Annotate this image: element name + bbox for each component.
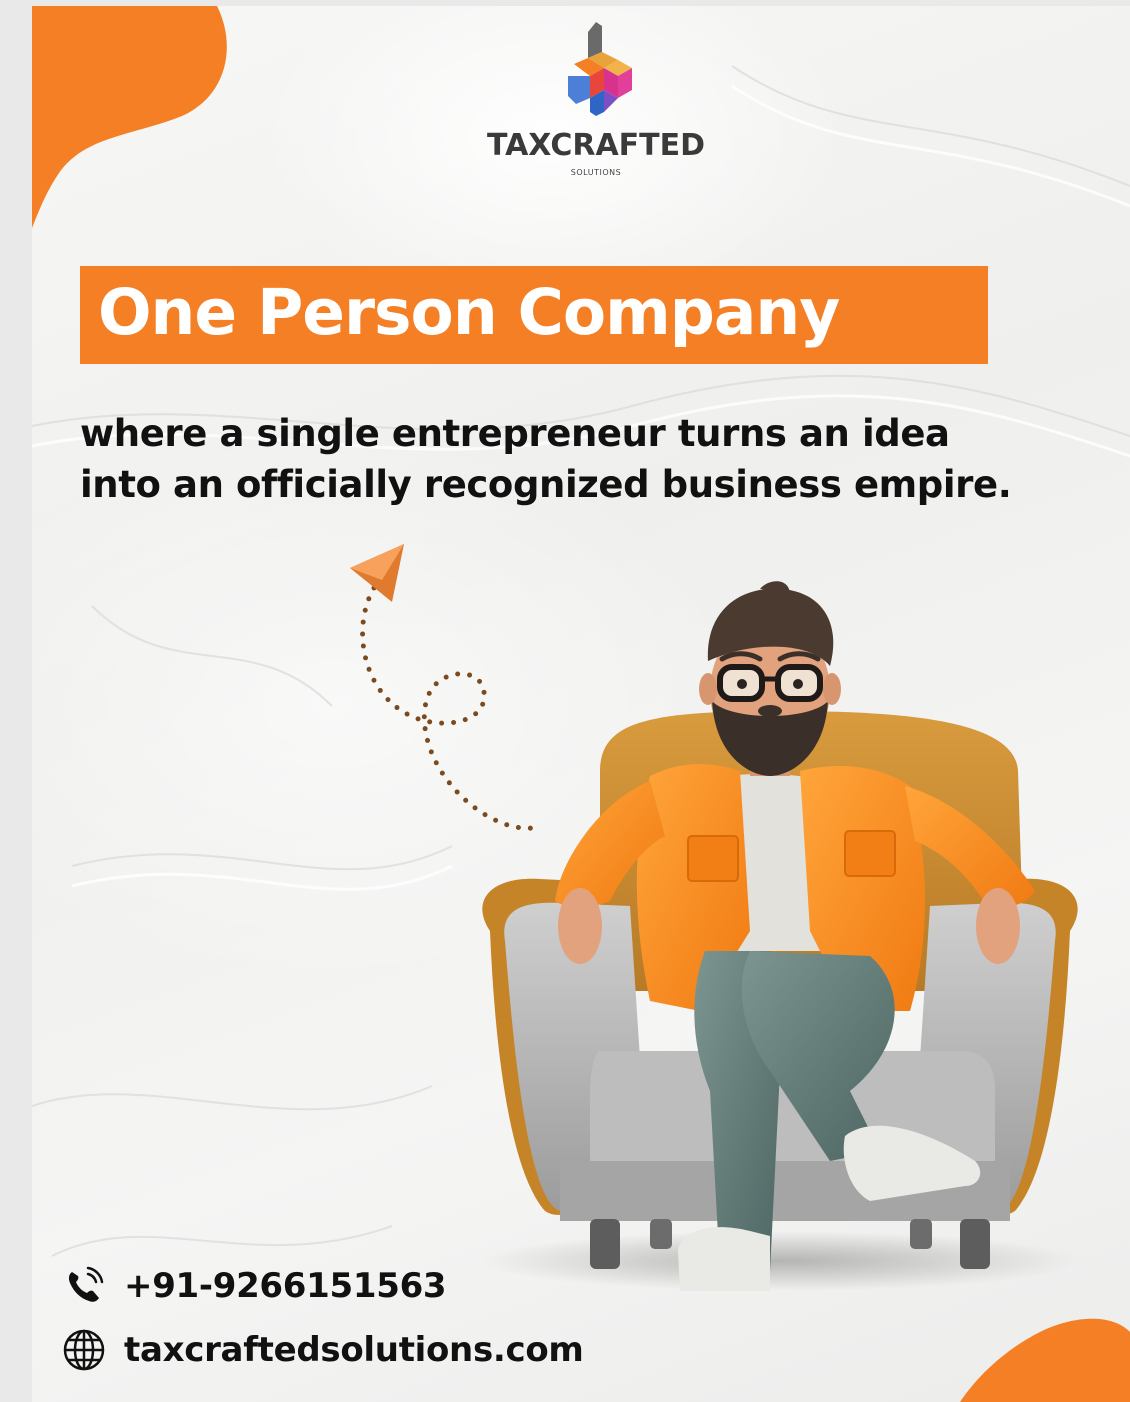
phone-number: +91-9266151563 <box>124 1266 447 1306</box>
headline: One Person Company <box>98 276 840 349</box>
globe-icon <box>62 1328 106 1372</box>
orange-blob-bottom-right <box>960 1318 1130 1402</box>
poster: TAXCRAFTED SOLUTIONS One Person Company … <box>32 6 1130 1402</box>
cube-logo-icon <box>568 22 632 116</box>
phone-contact[interactable]: +91-9266151563 <box>62 1264 447 1308</box>
website-url: taxcraftedsolutions.com <box>124 1330 584 1370</box>
brand-name: TAXCRAFTED <box>486 128 706 163</box>
orange-blob-top-left <box>32 6 227 228</box>
phone-icon <box>62 1264 106 1308</box>
description-text: where a single entrepreneur turns an ide… <box>80 412 1012 506</box>
man-in-armchair-illustration <box>480 581 1080 1291</box>
website-contact[interactable]: taxcraftedsolutions.com <box>62 1328 584 1372</box>
brand-tagline: SOLUTIONS <box>570 168 622 177</box>
brand-logo: TAXCRAFTED SOLUTIONS <box>482 20 722 180</box>
